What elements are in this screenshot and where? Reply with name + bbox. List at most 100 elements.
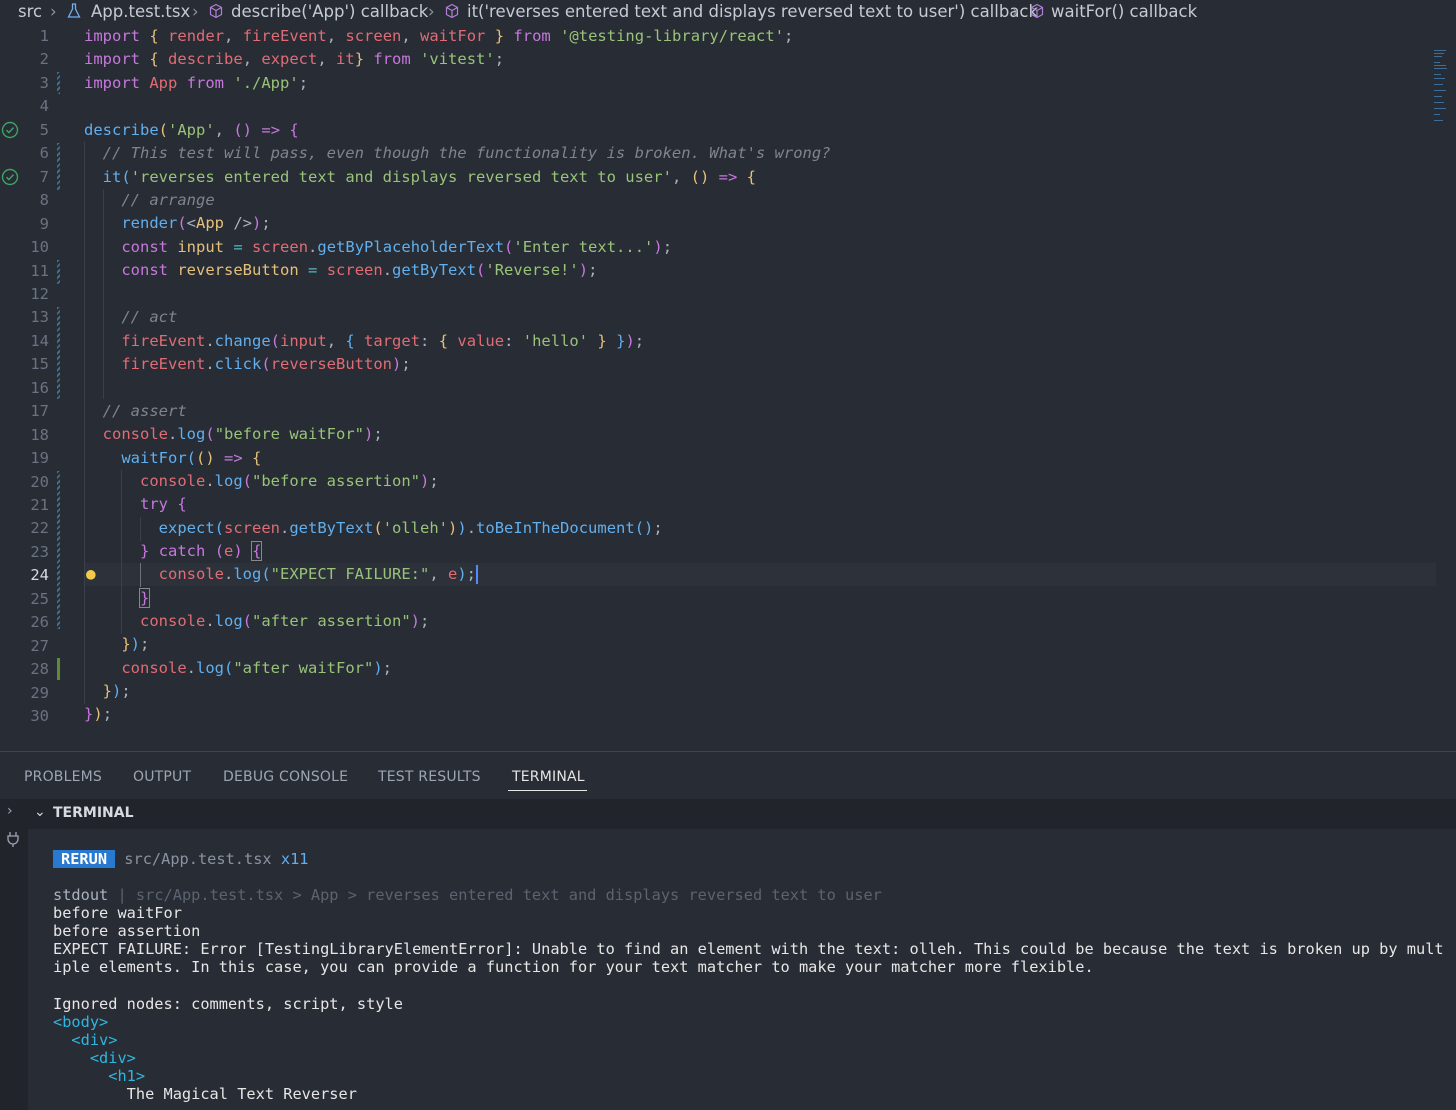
cube-icon — [208, 1, 224, 23]
terminal-tag-line: <div> — [53, 1049, 136, 1067]
tab-debug-console[interactable]: DEBUG CONSOLE — [223, 769, 348, 785]
code-line: import { render, fireEvent, screen, wait… — [84, 27, 794, 45]
rerun-count: x11 — [280, 850, 309, 868]
line-number[interactable]: 5 — [0, 119, 49, 142]
code-line: } — [138, 588, 151, 608]
breadcrumb-file[interactable]: App.test.tsx — [91, 1, 190, 23]
chevron-down-icon: ⌄ — [34, 804, 46, 820]
line-number[interactable]: 15 — [0, 353, 49, 376]
code-line: console.log("before assertion"); — [140, 472, 439, 490]
line-number[interactable]: 28 — [0, 658, 49, 681]
line-number[interactable]: 20 — [0, 471, 49, 494]
added-marker — [57, 658, 60, 680]
text-cursor — [476, 565, 479, 584]
tab-test-results[interactable]: TEST RESULTS — [378, 769, 481, 785]
cube-icon — [1029, 1, 1045, 23]
code-line: describe('App', () => { — [84, 121, 299, 139]
line-number[interactable]: 23 — [0, 541, 49, 564]
code-line: // assert — [102, 402, 187, 420]
bottom-panel: PROBLEMS OUTPUT DEBUG CONSOLE TEST RESUL… — [0, 751, 1456, 1110]
breadcrumb-waitfor[interactable]: waitFor() callback — [1051, 1, 1197, 23]
code-line: console.log("after assertion"); — [140, 612, 430, 630]
line-number[interactable]: 19 — [0, 447, 49, 470]
code-line: // act — [121, 308, 178, 326]
line-number[interactable]: 16 — [0, 377, 49, 400]
breadcrumb-src[interactable]: src — [18, 1, 42, 23]
terminal-line: EXPECT FAILURE: Error [TestingLibraryEle… — [53, 940, 1444, 958]
active-tab-indicator — [508, 790, 587, 791]
line-number[interactable]: 9 — [0, 213, 49, 236]
minimap[interactable] — [1434, 48, 1448, 128]
terminal-section-title: TERMINAL — [53, 805, 134, 821]
code-line: } catch (e) { — [140, 541, 263, 561]
terminal-tag-line: <div> — [53, 1031, 118, 1049]
chevron-right-icon: › — [192, 2, 199, 21]
terminal-tag-line: <body> — [53, 1013, 109, 1031]
chevron-right-icon: › — [428, 2, 435, 21]
code-line: console.log("before waitFor"); — [102, 425, 383, 443]
code-line: console.log("EXPECT FAILURE:", e); — [158, 565, 479, 584]
modified-marker — [57, 72, 60, 94]
code-editor[interactable]: ● 1 2 3 4 5 6 7 8 9 10 11 12 13 14 15 16 17 18 19 20 21 22 23 2… — [0, 24, 1456, 751]
code-line: }); — [84, 705, 113, 723]
panel-tabs: PROBLEMS OUTPUT DEBUG CONSOLE TEST RESUL… — [0, 752, 1456, 798]
stdout-line: stdout | src/App.test.tsx > App > revers… — [53, 886, 882, 904]
code-line: // This test will pass, even though the … — [102, 144, 831, 162]
rerun-line: RERUN src/App.test.tsx x11 — [53, 850, 309, 868]
line-number[interactable]: 17 — [0, 400, 49, 423]
cube-icon — [444, 1, 460, 23]
chevron-right-icon: › — [1012, 2, 1019, 21]
line-number[interactable]: 13 — [0, 306, 49, 329]
code-line: it('reverses entered text and displays r… — [102, 168, 756, 186]
line-number[interactable]: 4 — [0, 95, 49, 118]
breadcrumb-describe[interactable]: describe('App') callback — [231, 1, 428, 23]
line-number[interactable]: 12 — [0, 283, 49, 306]
line-number[interactable]: 21 — [0, 494, 49, 517]
line-number[interactable]: 18 — [0, 424, 49, 447]
modified-marker — [57, 471, 60, 629]
code-line: }); — [121, 635, 150, 653]
tab-output[interactable]: OUTPUT — [133, 769, 191, 785]
breadcrumb: src › App.test.tsx › describe('App') cal… — [0, 0, 1456, 24]
line-number[interactable]: 6 — [0, 142, 49, 165]
line-number[interactable]: 30 — [0, 705, 49, 728]
line-number[interactable]: 25 — [0, 588, 49, 611]
breadcrumb-it[interactable]: it('reverses entered text and displays r… — [467, 1, 1038, 23]
line-number[interactable]: 11 — [0, 260, 49, 283]
terminal-line: Ignored nodes: comments, script, style — [53, 995, 403, 1013]
tab-terminal[interactable]: TERMINAL — [512, 769, 585, 785]
chevron-right-icon: › — [50, 2, 57, 21]
terminal-line: The Magical Text Reverser — [53, 1085, 357, 1103]
line-number[interactable]: 22 — [0, 517, 49, 540]
line-number[interactable]: 27 — [0, 635, 49, 658]
line-number[interactable]: 10 — [0, 236, 49, 259]
code-line: import { describe, expect, it} from 'vit… — [84, 50, 505, 68]
line-number[interactable]: 8 — [0, 189, 49, 212]
line-number[interactable]: 26 — [0, 611, 49, 634]
line-number[interactable]: 14 — [0, 330, 49, 353]
line-number[interactable]: 7 — [0, 166, 49, 189]
code-line: render(<App />); — [121, 214, 271, 232]
code-line: fireEvent.change(input, { target: { valu… — [121, 332, 645, 350]
code-line: import App from './App'; — [84, 74, 309, 92]
modified-marker — [57, 260, 60, 284]
code-line: const input = screen.getByPlaceholderTex… — [121, 238, 673, 256]
terminal-line: iple elements. In this case, you can pro… — [53, 958, 1094, 976]
code-line: try { — [140, 495, 187, 513]
code-line: const reverseButton = screen.getByText('… — [121, 261, 598, 279]
code-line: expect(screen.getByText('olleh')).toBeIn… — [158, 519, 663, 537]
rerun-badge: RERUN — [53, 850, 116, 868]
line-number[interactable]: 1 — [0, 25, 49, 48]
chevron-right-icon[interactable]: › — [7, 803, 13, 819]
line-number[interactable]: 3 — [0, 72, 49, 95]
tab-problems[interactable]: PROBLEMS — [24, 769, 102, 785]
plug-icon[interactable] — [6, 831, 20, 847]
line-number[interactable]: 29 — [0, 682, 49, 705]
terminal-section-header[interactable]: ⌄ TERMINAL — [28, 799, 1456, 829]
stdout-path: | src/App.test.tsx > App > reverses ente… — [117, 886, 882, 904]
code-line: console.log("after waitFor"); — [121, 659, 393, 677]
modified-marker — [57, 307, 60, 399]
terminal-output[interactable]: RERUN src/App.test.tsx x11 stdout | src/… — [28, 829, 1456, 1110]
line-number[interactable]: 2 — [0, 48, 49, 71]
line-number[interactable]: 24 — [0, 564, 49, 587]
